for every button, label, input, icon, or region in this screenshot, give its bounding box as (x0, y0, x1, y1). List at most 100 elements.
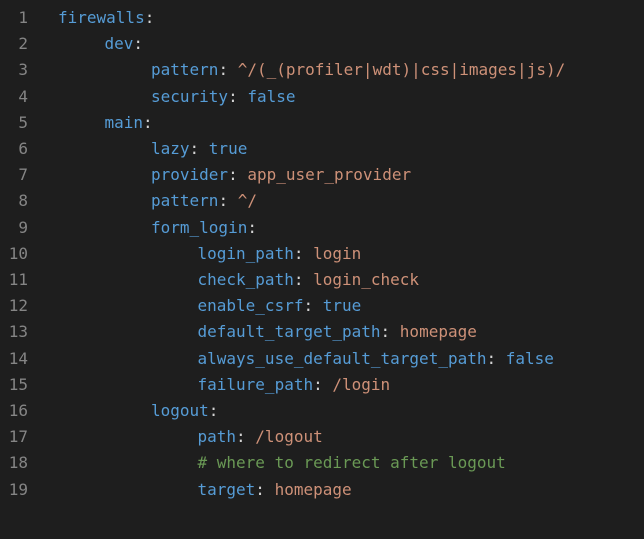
line-number: 14 (8, 348, 28, 368)
line-number: 3 (18, 60, 28, 80)
code-text: # where to redirect after logout (198, 450, 506, 476)
code-text: login_path: login (198, 241, 362, 267)
code-text: pattern: ^/(_(profiler|wdt)|css|images|j… (151, 57, 565, 83)
yaml-key: firewalls (58, 8, 145, 27)
line-number: 8 (18, 191, 28, 211)
code-text: provider: app_user_provider (151, 162, 411, 188)
yaml-key: login_path (197, 243, 294, 263)
code-line[interactable]: 10 login_path: login (0, 241, 644, 267)
line-number: 15 (8, 374, 28, 394)
code-line[interactable]: 1 firewalls: (0, 5, 644, 31)
code-line[interactable]: 9 form_login: (0, 215, 644, 241)
code-line[interactable]: 7 provider: app_user_provider (0, 162, 644, 188)
code-line[interactable]: 4 security: false (0, 84, 644, 110)
code-text: path: /logout (198, 424, 323, 450)
line-number: 5 (18, 112, 28, 132)
code-text: lazy: true (151, 136, 247, 162)
yaml-key: form_login (151, 217, 248, 237)
code-text: form_login: (151, 215, 257, 241)
line-number: 12 (8, 296, 28, 316)
yaml-separator: : (486, 348, 506, 368)
code-line[interactable]: 13 default_target_path: homepage (0, 319, 644, 345)
yaml-key: pattern (151, 191, 219, 211)
code-text: enable_csrf: true (198, 293, 362, 319)
yaml-value: true (208, 139, 248, 158)
code-line[interactable]: 5 main: (0, 110, 644, 136)
yaml-key: provider (151, 165, 229, 185)
code-editor[interactable]: 1 firewalls: 2 dev: 3 pattern: ^/(_(profiler|… (0, 0, 644, 539)
yaml-separator: : (133, 34, 144, 54)
code-text: failure_path: /login (198, 372, 391, 398)
yaml-key: security (151, 86, 229, 106)
yaml-value: homepage (274, 479, 352, 499)
code-text: target: homepage (198, 477, 352, 503)
yaml-separator: : (144, 8, 155, 27)
yaml-separator: : (228, 86, 248, 106)
yaml-separator: : (218, 191, 238, 211)
yaml-value: /login (332, 374, 391, 394)
line-number: 2 (18, 34, 28, 54)
yaml-separator: : (218, 60, 238, 80)
line-number: 13 (8, 322, 28, 342)
code-line[interactable]: 17 path: /logout (0, 424, 644, 450)
yaml-value: true (322, 296, 362, 316)
line-number: 19 (8, 479, 28, 499)
yaml-key: failure_path (197, 374, 314, 394)
code-line[interactable]: 14 always_use_default_target_path: false (0, 346, 644, 372)
line-number: 11 (8, 270, 28, 289)
code-text: firewalls: (58, 5, 154, 31)
code-line[interactable]: 16 logout: (0, 398, 644, 424)
code-line[interactable]: 8 pattern: ^/ (0, 188, 644, 214)
yaml-separator: : (293, 243, 314, 263)
yaml-key: check_path (197, 270, 294, 289)
code-text: check_path: login_check (198, 267, 420, 293)
line-number: 9 (18, 217, 28, 237)
yaml-separator: : (303, 296, 323, 316)
yaml-separator: : (189, 139, 209, 158)
yaml-key: logout (151, 401, 209, 420)
yaml-separator: : (293, 270, 314, 289)
yaml-value: app_user_provider (247, 165, 412, 185)
code-line[interactable]: 12 enable_csrf: true (0, 293, 644, 319)
yaml-key: dev (104, 34, 134, 54)
line-number: 18 (8, 453, 28, 473)
line-number: 7 (18, 165, 28, 185)
yaml-separator: : (247, 217, 257, 237)
yaml-key: enable_csrf (197, 296, 304, 316)
yaml-key: target (197, 479, 256, 499)
code-text: main: (105, 110, 153, 136)
yaml-separator: : (208, 401, 219, 420)
code-text: security: false (151, 84, 296, 110)
line-number: 4 (18, 86, 28, 106)
code-text: logout: (151, 398, 218, 424)
line-number: 10 (8, 243, 28, 263)
yaml-value: login_check (313, 270, 420, 289)
code-line[interactable]: 11 check_path: login_check (0, 267, 644, 293)
yaml-separator: : (228, 165, 248, 185)
code-line[interactable]: 2 dev: (0, 31, 644, 57)
yaml-value: ^/(_(profiler|wdt)|css|images|js)/ (237, 60, 566, 80)
line-number: 1 (18, 8, 28, 27)
code-line[interactable]: 19 target: homepage (0, 477, 644, 503)
yaml-separator: : (313, 374, 333, 394)
code-text: pattern: ^/ (151, 188, 257, 214)
yaml-separator: : (143, 112, 153, 132)
yaml-value: /logout (255, 427, 323, 447)
code-line[interactable]: 15 failure_path: /login (0, 372, 644, 398)
line-number: 17 (8, 427, 28, 447)
yaml-separator: : (255, 479, 275, 499)
code-text: always_use_default_target_path: false (198, 346, 554, 372)
yaml-value: homepage (399, 322, 477, 342)
code-text: dev: (105, 31, 144, 57)
yaml-key: pattern (151, 60, 219, 80)
yaml-comment: # where to redirect after logout (197, 453, 506, 473)
yaml-key: default_target_path (197, 322, 381, 342)
code-line[interactable]: 6 lazy: true (0, 136, 644, 162)
yaml-separator: : (380, 322, 400, 342)
yaml-value: login (313, 243, 362, 263)
code-line[interactable]: 3 pattern: ^/(_(profiler|wdt)|css|images|… (0, 57, 644, 83)
code-line[interactable]: 18 # where to redirect after logout (0, 450, 644, 476)
yaml-key: path (197, 427, 237, 447)
line-number: 16 (8, 401, 28, 420)
yaml-key: lazy (151, 139, 190, 158)
